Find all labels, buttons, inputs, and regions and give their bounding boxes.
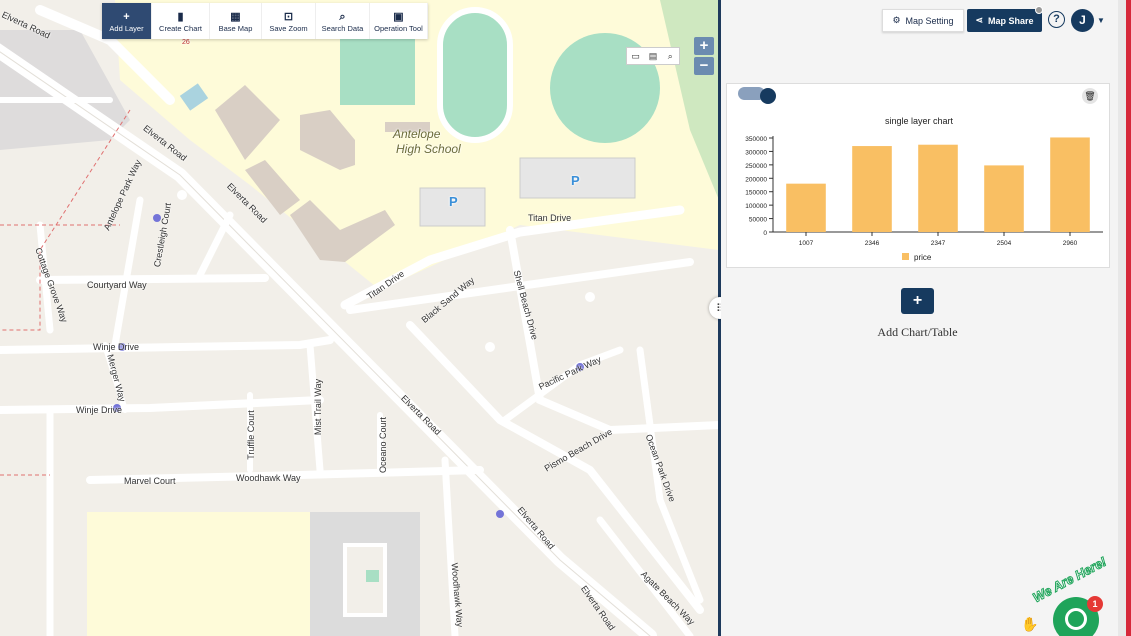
zoom-in-button[interactable]: + <box>694 37 714 55</box>
help-icon[interactable]: ? <box>1048 11 1065 28</box>
map-label-num: 26 <box>182 39 190 46</box>
x-tick-label-1: 2346 <box>865 240 880 247</box>
toggle-knob <box>760 88 776 104</box>
create-chart-button[interactable]: ▮ Create Chart <box>152 3 210 39</box>
y-tick-label-2: 100000 <box>745 203 767 210</box>
trash-icon[interactable]: 🗑 <box>1082 88 1098 104</box>
bar-chart: single layer chart 0 50000 100000 150000 2000… <box>745 116 1103 262</box>
zoom-controls: + − <box>694 37 714 77</box>
y-tick-label-7: 350000 <box>745 136 767 143</box>
wave-hand-icon: ✋ <box>1021 616 1039 632</box>
y-tick-label-0: 0 <box>763 230 767 237</box>
search-icon: ⌕ <box>339 10 346 23</box>
map-label-courtyard: Courtyard Way <box>87 280 147 290</box>
map-share-label: Map Share <box>988 15 1034 26</box>
map-base <box>0 0 719 636</box>
map-label-truffle: Truffle Court <box>245 410 256 460</box>
status-dot <box>1035 6 1043 14</box>
zoom-frame-icon: ⊡ <box>283 10 294 23</box>
map-label-marvel: Marvel Court <box>124 476 176 486</box>
legend-label: price <box>914 253 932 262</box>
right-panel: ⚙ Map Setting ⋖ Map Share ? J ▼ 🗑 single… <box>721 0 1118 636</box>
y-tick-label-6: 300000 <box>745 149 767 156</box>
ruler-icon[interactable]: ▭ <box>627 48 644 64</box>
search-data-label: Search Data <box>321 23 364 33</box>
chat-count-badge: 1 <box>1087 596 1103 612</box>
map-label-woodhawk-1: Woodhawk Way <box>236 473 301 483</box>
add-layer-label: Add Layer <box>109 23 144 33</box>
chevron-down-icon[interactable]: ▼ <box>1097 16 1105 25</box>
map-tools: ▭ ▤ ⌕ <box>626 47 680 65</box>
gear-icon: ⚙ <box>892 15 901 25</box>
base-map-button[interactable]: ▦ Base Map <box>210 3 262 39</box>
x-tick-label-3: 2504 <box>997 240 1012 247</box>
bar-2346 <box>852 146 892 232</box>
map-setting-label: Map Setting <box>905 15 954 26</box>
legend-swatch <box>902 253 909 260</box>
map-icon: ▦ <box>230 10 241 23</box>
bar-2504 <box>984 165 1024 232</box>
tool-icon: ▣ <box>393 10 404 23</box>
map-label-titan-1: Titan Drive <box>528 213 572 223</box>
save-zoom-button[interactable]: ⊡ Save Zoom <box>262 3 316 39</box>
edge-bar <box>1126 0 1131 636</box>
map-label-school: Antelope <box>393 127 441 141</box>
operation-tool-label: Operation Tool <box>374 23 423 33</box>
create-chart-label: Create Chart <box>159 23 202 33</box>
bar-2347 <box>918 144 958 232</box>
map-label-winje-2: Winje Drive <box>76 405 123 415</box>
parking-icon-2: P <box>449 194 458 209</box>
operation-tool-button[interactable]: ▣ Operation Tool <box>370 3 428 39</box>
map-label-oceano: Oceano Court <box>378 416 389 474</box>
bar-1007 <box>786 183 826 232</box>
base-map-label: Base Map <box>218 23 253 33</box>
add-chart-button[interactable]: + <box>901 288 934 314</box>
map-setting-button[interactable]: ⚙ Map Setting <box>882 9 964 32</box>
chart-title: single layer chart <box>885 116 954 126</box>
x-tick-label-4: 2960 <box>1063 240 1078 247</box>
search-data-button[interactable]: ⌕ Search Data <box>316 3 370 39</box>
x-tick-label-0: 1007 <box>799 240 814 247</box>
y-tick-label-1: 50000 <box>749 217 767 224</box>
add-layer-button[interactable]: + Add Layer <box>102 3 152 39</box>
scrollbar[interactable] <box>1118 0 1126 636</box>
y-tick-label-4: 200000 <box>745 176 767 183</box>
bar-chart-icon: ▮ <box>177 10 184 23</box>
map-view[interactable]: Antelope High School Elverta Road Elvert… <box>0 0 719 636</box>
add-chart-label: Add Chart/Table <box>877 325 958 339</box>
map-share-button[interactable]: ⋖ Map Share <box>967 9 1042 32</box>
avatar[interactable]: J <box>1071 9 1094 32</box>
share-icon: ⋖ <box>975 15 984 25</box>
parking-icon-1: P <box>571 173 580 188</box>
map-label-mist-trail: Mist Trail Way <box>313 378 324 436</box>
chart-card: 🗑 single layer chart 0 50000 100000 150000 20… <box>726 83 1110 268</box>
y-tick-label-5: 250000 <box>745 163 767 170</box>
print-icon[interactable]: ▤ <box>644 48 661 64</box>
plus-icon: + <box>123 10 130 23</box>
x-tick-label-2: 2347 <box>931 240 946 247</box>
map-label-winje-1: Winje Drive <box>93 342 140 352</box>
app-root: Antelope High School Elverta Road Elvert… <box>0 0 1131 636</box>
map-toolbar: + Add Layer ▮ Create Chart ▦ Base Map ⊡ … <box>102 3 428 39</box>
magnifier-icon[interactable]: ⌕ <box>662 48 679 64</box>
chart-visibility-toggle[interactable] <box>738 87 776 104</box>
y-tick-label-3: 150000 <box>745 190 767 197</box>
bar-2960 <box>1050 137 1090 232</box>
map-label-school2: High School <box>396 142 461 156</box>
zoom-out-button[interactable]: − <box>694 57 714 75</box>
chat-icon <box>1065 608 1087 630</box>
save-zoom-label: Save Zoom <box>269 23 308 33</box>
